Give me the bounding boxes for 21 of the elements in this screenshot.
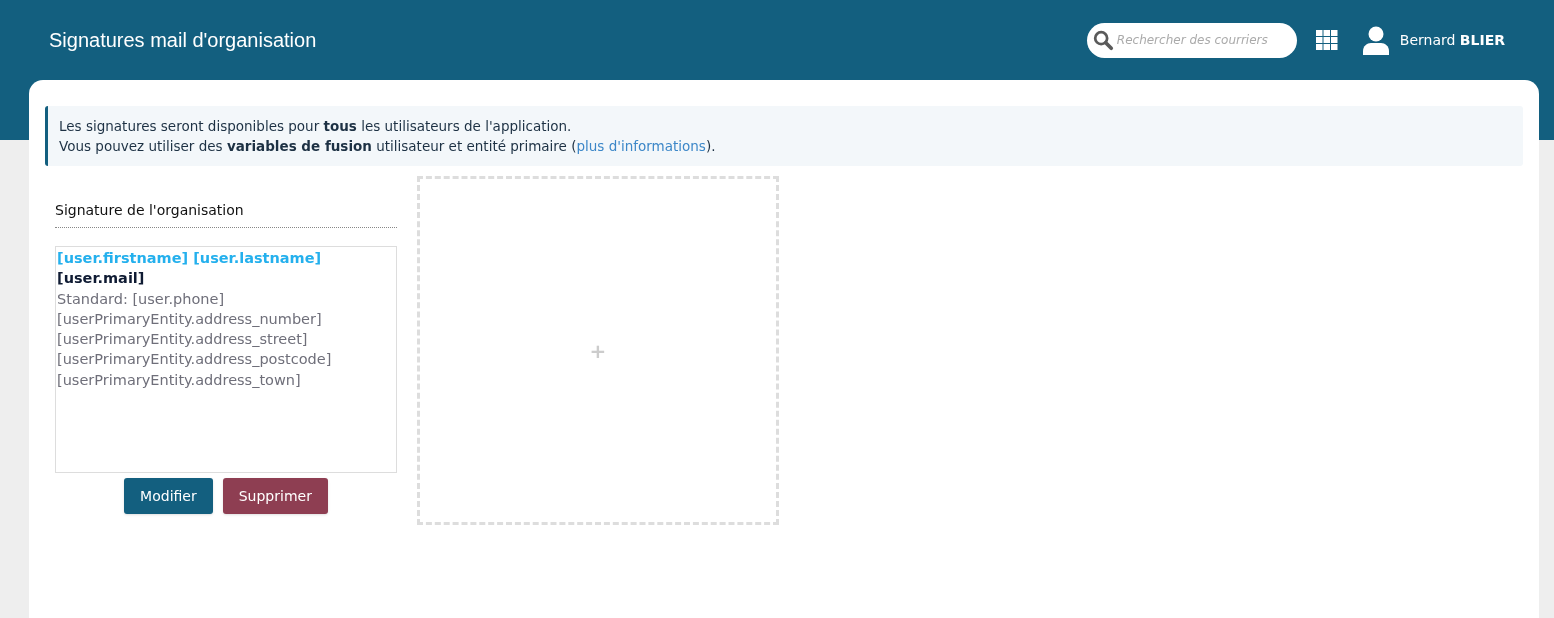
apps-grid-icon[interactable] <box>1315 29 1338 51</box>
signature-line: [user.mail] <box>57 269 146 289</box>
delete-button[interactable]: Supprimer <box>222 478 328 514</box>
user-icon[interactable] <box>1362 25 1389 55</box>
edit-button[interactable]: Modifier <box>124 478 213 514</box>
plus-label: + <box>589 337 607 365</box>
signature-line: Standard: [user.phone] <box>57 289 226 309</box>
user-name: Bernard BLIER <box>1399 30 1505 50</box>
info-text: Vous pouvez utiliser des variables de fusion utilisateur et entité primaire (plus d'informations). <box>59 137 717 156</box>
signature-line: [userPrimaryEntity.address_number] <box>57 309 323 329</box>
signature-line: [userPrimaryEntity.address_postcode] <box>57 350 333 370</box>
section-title: Signature de l'organisation <box>55 200 397 228</box>
signature-line: [userPrimaryEntity.address_street] <box>57 330 309 350</box>
more-info-link[interactable]: plus d'informations <box>576 138 706 154</box>
signature-line: [user.firstname] [user.lastname] <box>57 249 323 268</box>
info-text: Les signatures seront disponibles pour tous les utilisateurs de l'application. <box>59 117 573 136</box>
search-icon <box>1091 28 1114 51</box>
signature-line: [userPrimaryEntity.address_town] <box>57 370 302 390</box>
signature-preview[interactable] <box>55 246 397 473</box>
page-title: Signatures mail d'organisation <box>49 28 317 53</box>
search-field[interactable]: Rechercher des courriers <box>1086 22 1297 58</box>
